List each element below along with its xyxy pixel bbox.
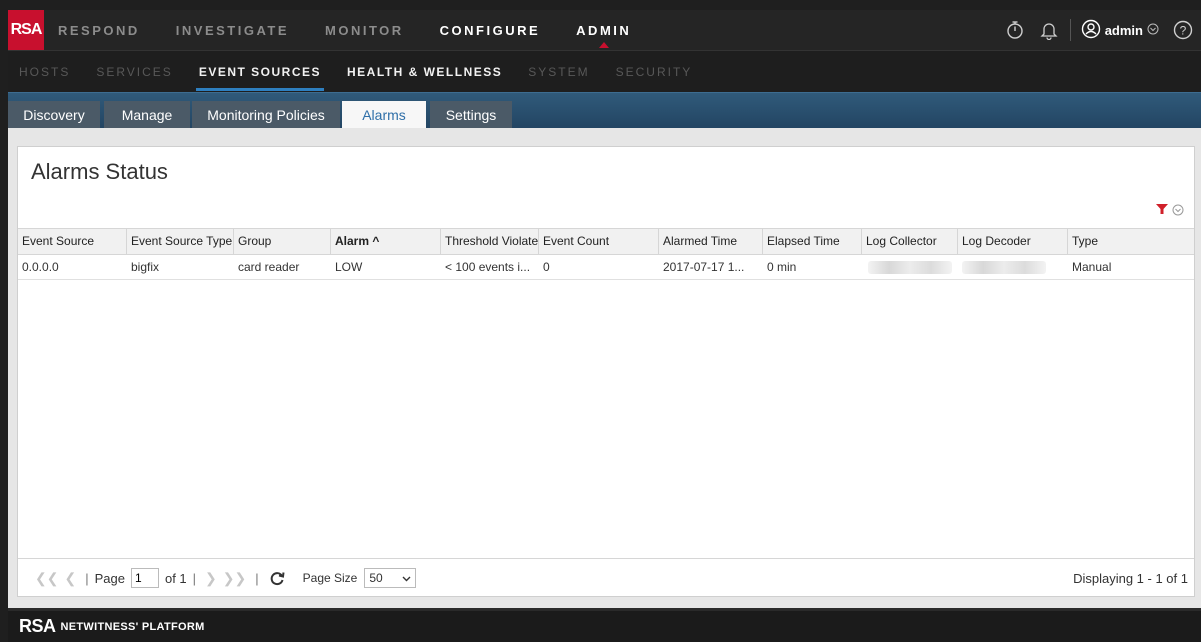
user-icon [1081, 19, 1101, 42]
col-log-decoder[interactable]: Log Decoder [958, 229, 1068, 254]
tab-discovery[interactable]: Discovery [8, 101, 100, 129]
stopwatch-icon[interactable] [998, 20, 1032, 40]
rsa-logo[interactable]: RSA [8, 10, 44, 50]
filter-icon [1155, 202, 1169, 221]
tab-monitoring-policies[interactable]: Monitoring Policies [192, 101, 340, 129]
cell-event-source-type: bigfix [131, 260, 160, 274]
tab-alarms[interactable]: Alarms [342, 101, 426, 129]
nav-investigate[interactable]: INVESTIGATE [158, 10, 307, 50]
alarms-status-panel: Alarms Status Event Source Event Source … [17, 146, 1195, 597]
user-menu[interactable]: admin [1075, 19, 1165, 42]
nav-respond[interactable]: RESPOND [44, 10, 158, 50]
first-page-icon[interactable]: ❮❮ [32, 570, 61, 587]
nav-configure[interactable]: CONFIGURE [422, 10, 559, 50]
chevron-down-icon [402, 571, 411, 585]
cell-elapsed-time: 0 min [767, 260, 797, 274]
footer-product-name: NETWITNESS' PLATFORM [60, 620, 205, 633]
top-nav: RSA RESPOND INVESTIGATE MONITOR CONFIGUR… [8, 10, 1201, 50]
col-event-source[interactable]: Event Source [18, 229, 127, 254]
subnav-hosts[interactable]: HOSTS [8, 51, 83, 92]
subnav-system[interactable]: SYSTEM [515, 51, 602, 92]
page-size-value: 50 [369, 571, 383, 585]
nav-monitor[interactable]: MONITOR [307, 10, 422, 50]
table-header: Event Source Event Source Type Group Ala… [18, 228, 1194, 255]
col-alarmed-time[interactable]: Alarmed Time [659, 229, 763, 254]
pager: ❮❮ ❮ | Page of 1 | ❯ ❯❯ | Page Size 50 D… [18, 558, 1194, 597]
cell-log-decoder-redacted [962, 261, 1046, 274]
user-name: admin [1104, 22, 1143, 38]
col-event-count[interactable]: Event Count [539, 229, 659, 254]
table-row[interactable]: 0.0.0.0 bigfix card reader LOW < 100 eve… [18, 255, 1194, 280]
last-page-icon[interactable]: ❯❯ [220, 570, 249, 587]
bell-icon[interactable] [1032, 20, 1066, 40]
col-threshold-violated[interactable]: Threshold Violated [441, 229, 539, 254]
page-label: Page [94, 570, 125, 586]
help-icon[interactable]: ? [1165, 20, 1201, 40]
subnav-services[interactable]: SERVICES [83, 51, 185, 92]
chevron-down-icon [1147, 23, 1159, 38]
panel-title: Alarms Status [31, 159, 168, 184]
refresh-icon[interactable] [265, 570, 289, 586]
tab-settings[interactable]: Settings [430, 101, 512, 129]
footer-brand-logo: RSA [19, 616, 56, 636]
cell-event-source: 0.0.0.0 [22, 260, 59, 274]
footer-bar: RSA NETWITNESS' PLATFORM [8, 608, 1201, 642]
next-page-icon[interactable]: ❯ [202, 570, 220, 587]
page-size-select[interactable]: 50 [364, 568, 417, 588]
col-type[interactable]: Type [1068, 229, 1196, 254]
page-size-label: Page Size [302, 571, 358, 585]
cell-alarmed-time: 2017-07-17 1... [663, 260, 745, 274]
cell-alarm: LOW [335, 260, 363, 274]
nav-separator [1069, 19, 1071, 41]
cell-event-count: 0 [543, 260, 550, 274]
filter-control[interactable] [1155, 202, 1184, 221]
col-alarm[interactable]: Alarm ^ [331, 229, 441, 254]
cell-type: Manual [1072, 260, 1112, 274]
sub-nav: HOSTS SERVICES EVENT SOURCES HEALTH & WE… [8, 50, 1201, 92]
cell-log-collector-redacted [868, 261, 952, 274]
pager-separator: | [85, 570, 89, 586]
page-total: of 1 [164, 570, 187, 586]
tab-strip: Discovery Manage Monitoring Policies Ala… [8, 92, 1201, 129]
nav-admin[interactable]: ADMIN [558, 10, 649, 50]
col-log-collector[interactable]: Log Collector [862, 229, 958, 254]
subnav-security[interactable]: SECURITY [603, 51, 706, 92]
subnav-health-wellness[interactable]: HEALTH & WELLNESS [334, 51, 515, 92]
pager-separator: | [255, 570, 259, 586]
col-elapsed-time[interactable]: Elapsed Time [763, 229, 862, 254]
previous-page-icon[interactable]: ❮ [61, 570, 79, 587]
subnav-event-sources[interactable]: EVENT SOURCES [186, 51, 334, 92]
col-group[interactable]: Group [234, 229, 331, 254]
svg-text:?: ? [1180, 24, 1187, 38]
tab-manage[interactable]: Manage [104, 101, 190, 129]
pager-separator: | [192, 570, 197, 586]
displaying-count: Displaying 1 - 1 of 1 [1073, 570, 1188, 586]
cell-group: card reader [238, 260, 300, 274]
cell-threshold: < 100 events i... [445, 260, 531, 274]
page-number-input[interactable] [130, 568, 159, 588]
col-event-source-type[interactable]: Event Source Type [127, 229, 234, 254]
chevron-down-icon [1172, 203, 1184, 221]
